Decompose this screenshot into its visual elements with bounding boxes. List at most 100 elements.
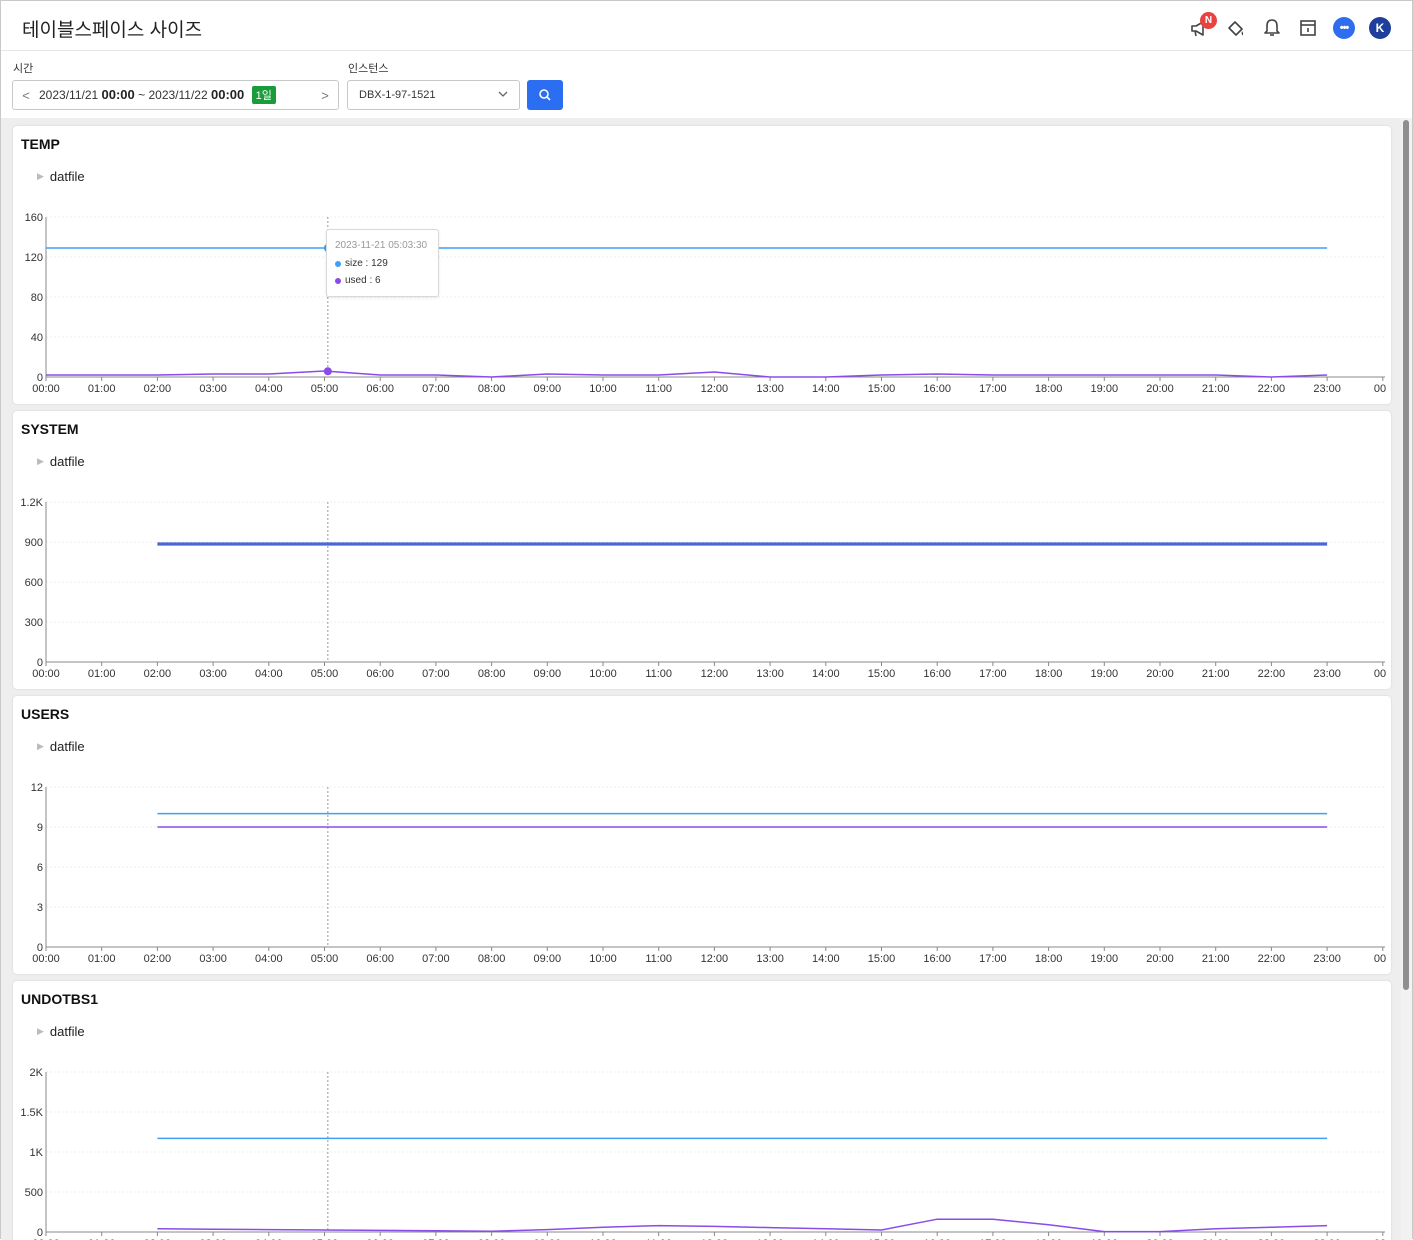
x-tick-label: 08:00 xyxy=(478,953,506,965)
x-tick-label: 15:00 xyxy=(868,383,896,395)
y-tick-label: 9 xyxy=(37,822,43,834)
header-icon-bar: N ••• K xyxy=(1188,12,1392,43)
x-tick-label: 08:00 xyxy=(478,668,506,680)
chevron-down-icon xyxy=(497,88,509,103)
x-tick-label: 09:00 xyxy=(534,383,562,395)
instance-label: 인스턴스 xyxy=(348,63,389,75)
chart-undotbs1[interactable]: 05001K1.5K2K00:0001:0002:0003:0004:0005:… xyxy=(13,981,1391,1240)
y-tick-label: 160 xyxy=(25,212,43,224)
instance-select[interactable]: DBX-1-97-1521 xyxy=(347,80,520,110)
y-tick-label: 6 xyxy=(37,862,43,874)
x-tick-label: 15:00 xyxy=(868,953,896,965)
tooltip-used: used : 6 xyxy=(345,275,381,286)
x-tick-label: 00 xyxy=(1374,383,1386,395)
user-avatar[interactable]: K xyxy=(1368,16,1392,40)
tooltip-size: size : 129 xyxy=(345,258,388,269)
x-tick-label: 06:00 xyxy=(366,668,394,680)
x-tick-label: 00:00 xyxy=(32,383,60,395)
x-tick-label: 22:00 xyxy=(1258,668,1286,680)
x-tick-label: 02:00 xyxy=(144,668,172,680)
x-tick-label: 21:00 xyxy=(1202,953,1230,965)
x-tick-label: 16:00 xyxy=(923,383,951,395)
size-legend-dot xyxy=(335,260,341,267)
x-tick-label: 21:00 xyxy=(1202,383,1230,395)
y-tick-label: 40 xyxy=(31,332,43,344)
y-tick-label: 1.5K xyxy=(20,1107,43,1119)
x-tick-label: 07:00 xyxy=(422,383,450,395)
y-tick-label: 1.2K xyxy=(20,497,43,509)
x-tick-label: 00:00 xyxy=(32,668,60,680)
y-tick-label: 80 xyxy=(31,292,43,304)
x-tick-label: 13:00 xyxy=(756,383,784,395)
x-tick-label: 23:00 xyxy=(1313,953,1341,965)
x-tick-label: 06:00 xyxy=(366,383,394,395)
chart-users[interactable]: 03691200:00 01:00 02:00 03:00 04:00 05:00 06:0… xyxy=(13,696,1391,974)
x-tick-label: 00 xyxy=(1374,668,1386,680)
period-badge: 1일 xyxy=(251,86,276,104)
search-button[interactable] xyxy=(527,80,563,110)
notice-megaphone-icon[interactable]: N xyxy=(1188,12,1217,40)
y-tick-label: 3 xyxy=(37,902,43,914)
prev-range-arrow-icon[interactable]: < xyxy=(13,88,39,103)
app-window: 테이블스페이스 사이즈 N ••• K 시간 < 2023/11/21 00:0… xyxy=(0,0,1413,1240)
chart-tooltip: 2023-11-21 05:03:30 size : 129 used : 6 xyxy=(326,229,439,297)
bell-icon[interactable] xyxy=(1260,16,1284,40)
x-tick-label: 11:00 xyxy=(645,383,672,395)
x-tick-label: 10:00 xyxy=(589,668,617,680)
y-tick-label: 300 xyxy=(25,617,43,629)
x-tick-label: 11:00 xyxy=(645,953,672,965)
tablespace-panel-undotbs1: UNDOTBS1 ▶datfile 05001K1.5K2K00:0001:00… xyxy=(13,981,1391,1240)
x-tick-label: 11:00 xyxy=(645,668,672,680)
x-tick-label: 18:00 xyxy=(1035,383,1063,395)
x-tick-label: 05:00 xyxy=(311,668,339,680)
tablespace-panel-system: SYSTEM ▶ datfile 0 300 600 900 1.2K 00:00 01:00… xyxy=(13,411,1391,689)
series-line-used xyxy=(46,370,1328,378)
calendar-info-icon[interactable] xyxy=(1296,16,1320,40)
x-tick-label: 22:00 xyxy=(1258,383,1286,395)
x-tick-label: 04:00 xyxy=(255,383,283,395)
tablespace-panel-temp: TEMP ▶ datfile 0 40 80 120 160 00:00 01:00 02:00… xyxy=(13,126,1391,404)
x-tick-label: 05:00 xyxy=(311,953,339,965)
top-header: 테이블스페이스 사이즈 N ••• K xyxy=(1,1,1412,51)
instance-select-value: DBX-1-97-1521 xyxy=(359,89,436,101)
time-range-text: 2023/11/21 00:00 ~ 2023/11/22 00:00 1일 xyxy=(39,86,312,104)
x-tick-label: 13:00 xyxy=(756,953,784,965)
x-tick-label: 18:00 xyxy=(1035,668,1063,680)
x-tick-label: 04:00 xyxy=(255,953,283,965)
vertical-scrollbar[interactable] xyxy=(1401,118,1412,1240)
page-title: 테이블스페이스 사이즈 xyxy=(22,20,203,41)
scrollbar-thumb[interactable] xyxy=(1403,120,1409,990)
x-tick-label: 03:00 xyxy=(199,953,227,965)
x-tick-label: 10:00 xyxy=(589,383,617,395)
x-tick-label: 03:00 xyxy=(199,668,227,680)
x-tick-label: 23:00 xyxy=(1313,668,1341,680)
x-tick-label: 00 xyxy=(1374,953,1386,965)
chart-list-area[interactable]: TEMP ▶ datfile 0 40 80 120 160 00:00 01:00 02:00… xyxy=(1,118,1401,1240)
x-tick-label: 20:00 xyxy=(1146,383,1174,395)
x-tick-label: 21:00 xyxy=(1202,668,1230,680)
chart-system[interactable]: 03006009001.2K00:00 01:00 02:00 03:00 04:00 0… xyxy=(13,411,1391,689)
x-tick-label: 07:00 xyxy=(422,668,450,680)
y-tick-label: 1K xyxy=(30,1147,44,1159)
time-label: 시간 xyxy=(13,63,34,75)
chat-icon[interactable]: ••• xyxy=(1332,16,1356,40)
next-range-arrow-icon[interactable]: > xyxy=(312,88,338,103)
y-tick-label: 900 xyxy=(25,537,43,549)
chart-temp[interactable]: 0408012016000:00 01:00 02:00 03:00 04:00 05:0… xyxy=(13,126,1391,404)
paint-bucket-icon[interactable] xyxy=(1224,16,1248,40)
x-tick-label: 23:00 xyxy=(1313,383,1341,395)
filter-bar: 시간 < 2023/11/21 00:00 ~ 2023/11/22 00:00… xyxy=(1,52,1412,118)
x-tick-label: 13:00 xyxy=(756,668,784,680)
x-tick-label: 20:00 xyxy=(1146,953,1174,965)
hover-marker-used xyxy=(323,367,332,376)
x-tick-label: 19:00 xyxy=(1091,383,1119,395)
y-tick-label: 120 xyxy=(25,252,43,264)
x-tick-label: 08:00 xyxy=(478,383,506,395)
x-tick-label: 12:00 xyxy=(701,953,729,965)
x-tick-label: 16:00 xyxy=(923,953,951,965)
x-tick-label: 01:00 xyxy=(88,953,116,965)
time-range-picker[interactable]: < 2023/11/21 00:00 ~ 2023/11/22 00:00 1일… xyxy=(12,80,339,110)
x-tick-label: 10:00 xyxy=(589,953,617,965)
x-tick-label: 16:00 xyxy=(923,668,951,680)
x-tick-label: 14:00 xyxy=(812,383,840,395)
